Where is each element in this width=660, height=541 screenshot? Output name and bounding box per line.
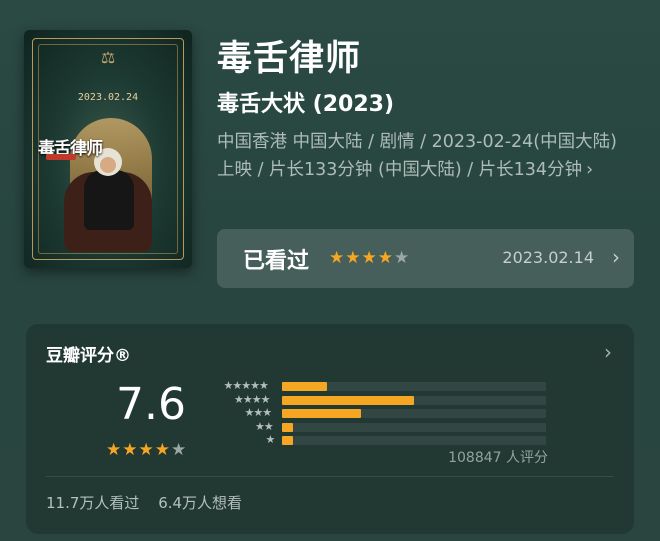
chevron-right-icon: › [612,245,620,269]
row-stars-icon: ★★★★ [234,392,270,406]
rating-heading: 豆瓣评分® [46,346,131,366]
distribution-track [282,395,546,405]
rating-score-stars: ★★★★★ [106,440,187,460]
watched-label: 已看过 [243,249,310,274]
distribution-row: ★★ [216,419,546,435]
poster-red-tag [46,154,76,160]
movie-info[interactable]: 中国香港 中国大陆 / 剧情 / 2023-02-24(中国大陆) 上映 / 片… [217,128,632,184]
row-stars-icon: ★ [265,433,276,446]
divider [46,476,614,477]
douban-rating-card[interactable]: 豆瓣评分® › 7.6 ★★★★★ ★★★★★ ★★★★ ★★★ ★★ ★ 108847… [26,324,634,534]
chevron-right-icon: › [586,160,594,180]
audience-stats: 11.7万人看过 6.4万人想看 [46,492,256,513]
rating-distribution: ★★★★★ ★★★★ ★★★ ★★ ★ [216,379,546,448]
rating-count: 108847 人评分 [448,450,548,466]
poster-face [100,157,116,173]
poster-date: 2023.02.24 [77,92,139,103]
star-icon: ★ [394,248,411,268]
chevron-right-icon[interactable]: › [604,340,612,364]
want-count[interactable]: 6.4万人想看 [158,494,242,512]
watched-date: 2023.02.14 [502,248,594,267]
distribution-row: ★★★★ [216,392,546,408]
distribution-row: ★★★★★ [216,379,546,394]
star-icon: ★ [361,248,378,268]
star-icon: ★ [154,440,171,460]
my-rating-stars: ★★★★★ [329,248,410,268]
scales-icon: ⚖ [100,48,116,67]
movie-poster[interactable]: ⚖ 2023.02.24 毒舌律师 [24,30,192,268]
distribution-track [282,422,546,432]
row-stars-icon: ★★★★★ [223,379,269,392]
distribution-bar [282,409,362,418]
row-stars-icon: ★★★ [244,406,273,419]
star-icon: ★ [106,440,123,460]
movie-original-title: 毒舌大状 (2023) [217,92,394,117]
star-icon: ★ [345,248,362,268]
distribution-track [282,382,546,391]
distribution-bar [282,436,293,445]
star-icon: ★ [171,440,188,460]
star-icon: ★ [329,248,346,268]
movie-info-text: 中国香港 中国大陆 / 剧情 / 2023-02-24(中国大陆) 上映 / 片… [217,132,617,180]
distribution-row: ★★★ [216,406,546,421]
row-stars-icon: ★★ [255,419,274,433]
star-icon: ★ [122,440,139,460]
watched-status-card[interactable]: 已看过 ★★★★★ 2023.02.14 › [217,229,634,288]
distribution-bar [282,395,414,405]
poster-robe [84,170,134,230]
rating-score: 7.6 [116,379,186,430]
distribution-row: ★ [216,433,546,448]
star-icon: ★ [138,440,155,460]
distribution-track [282,436,546,445]
distribution-bar [282,382,327,391]
star-icon: ★ [377,248,394,268]
watched-count[interactable]: 11.7万人看过 [46,494,139,512]
distribution-track [282,409,546,418]
movie-title: 毒舌律师 [217,39,362,79]
distribution-bar [282,422,293,432]
